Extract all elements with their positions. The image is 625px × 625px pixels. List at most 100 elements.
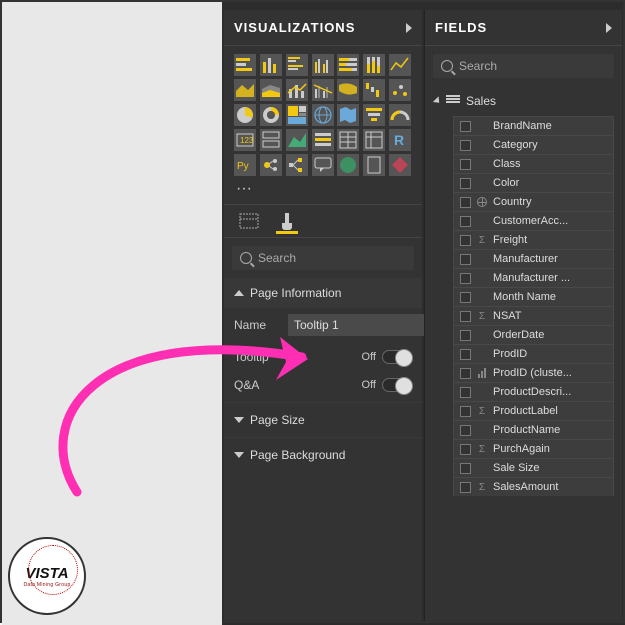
viz-clustered-column-icon[interactable] (312, 54, 334, 76)
field-checkbox[interactable] (460, 368, 471, 379)
viz-line-stacked-column-icon[interactable] (286, 79, 308, 101)
field-checkbox[interactable] (460, 425, 471, 436)
field-item[interactable]: Sale Size (453, 458, 614, 478)
field-item[interactable]: Class (453, 154, 614, 174)
viz-ribbon-icon[interactable] (337, 79, 359, 101)
field-item[interactable]: ProdID (cluste... (453, 363, 614, 383)
field-item[interactable]: ΣPurchAgain (453, 439, 614, 459)
logo-swirl-icon (28, 545, 78, 595)
tooltip-toggle[interactable] (382, 350, 412, 364)
field-item[interactable]: Color (453, 173, 614, 193)
viz-clustered-bar-icon[interactable] (286, 54, 308, 76)
viz-funnel-icon[interactable] (363, 104, 385, 126)
field-item[interactable]: Country (453, 192, 614, 212)
viz-multi-row-card-icon[interactable] (260, 129, 282, 151)
viz-kpi-icon[interactable] (286, 129, 308, 151)
fields-search-placeholder: Search (459, 59, 497, 73)
section-page-size-label: Page Size (250, 413, 305, 427)
field-checkbox[interactable] (460, 444, 471, 455)
field-checkbox[interactable] (460, 292, 471, 303)
svg-text:R: R (394, 132, 404, 148)
field-checkbox[interactable] (460, 254, 471, 265)
visualizations-header[interactable]: VISUALIZATIONS (224, 10, 422, 46)
field-item[interactable]: ProductDescri... (453, 382, 614, 402)
field-checkbox[interactable] (460, 482, 471, 493)
field-checkbox[interactable] (460, 387, 471, 398)
format-tab-icon[interactable] (276, 212, 298, 234)
viz-stacked-bar-icon[interactable] (234, 54, 256, 76)
table-node-sales[interactable]: Sales (425, 86, 622, 116)
field-checkbox[interactable] (460, 311, 471, 322)
fields-tab-icon[interactable] (238, 212, 260, 234)
section-page-information[interactable]: Page Information (224, 278, 422, 308)
section-page-background[interactable]: Page Background (224, 437, 422, 472)
viz-waterfall-icon[interactable] (363, 79, 385, 101)
field-item[interactable]: Category (453, 135, 614, 155)
viz-line-icon[interactable] (389, 54, 411, 76)
viz-donut-icon[interactable] (260, 104, 282, 126)
viz-paginated-icon[interactable] (363, 154, 385, 176)
field-item[interactable]: ProductName (453, 420, 614, 440)
viz-gauge-icon[interactable] (389, 104, 411, 126)
fields-search-input[interactable]: Search (433, 54, 614, 78)
field-item[interactable]: Month Name (453, 287, 614, 307)
field-checkbox[interactable] (460, 463, 471, 474)
search-icon (240, 252, 252, 264)
field-item[interactable]: Manufacturer (453, 249, 614, 269)
qa-toggle[interactable] (382, 378, 412, 392)
field-checkbox[interactable] (460, 197, 471, 208)
viz-decomposition-tree-icon[interactable] (286, 154, 308, 176)
viz-matrix-icon[interactable] (363, 129, 385, 151)
viz-100-stacked-column-icon[interactable] (363, 54, 385, 76)
viz-table-icon[interactable] (337, 129, 359, 151)
field-item[interactable]: BrandName (453, 116, 614, 136)
field-checkbox[interactable] (460, 406, 471, 417)
viz-stacked-column-icon[interactable] (260, 54, 282, 76)
field-label: Color (493, 177, 607, 189)
field-checkbox[interactable] (460, 235, 471, 246)
section-page-size[interactable]: Page Size (224, 402, 422, 437)
field-checkbox[interactable] (460, 273, 471, 284)
field-item[interactable]: ΣFreight (453, 230, 614, 250)
viz-treemap-icon[interactable] (286, 104, 308, 126)
field-checkbox[interactable] (460, 140, 471, 151)
viz-python-icon[interactable]: Py (234, 154, 256, 176)
field-checkbox[interactable] (460, 121, 471, 132)
field-item[interactable]: OrderDate (453, 325, 614, 345)
field-checkbox[interactable] (460, 349, 471, 360)
viz-slicer-icon[interactable] (312, 129, 334, 151)
viz-filled-map-icon[interactable] (337, 104, 359, 126)
field-item[interactable]: ProdID (453, 344, 614, 364)
field-checkbox[interactable] (460, 330, 471, 341)
viz-area-icon[interactable] (234, 79, 256, 101)
field-item[interactable]: ΣProductLabel (453, 401, 614, 421)
viz-scatter-icon[interactable] (389, 79, 411, 101)
collapse-pane-icon[interactable] (606, 23, 612, 33)
fields-header[interactable]: FIELDS (425, 10, 622, 46)
viz-100-stacked-bar-icon[interactable] (337, 54, 359, 76)
visualizations-pane: VISUALIZATIONS 123 R Py (224, 10, 422, 621)
viz-qa-icon[interactable] (312, 154, 334, 176)
field-item[interactable]: ΣNSAT (453, 306, 614, 326)
viz-key-influencers-icon[interactable] (260, 154, 282, 176)
viz-card-icon[interactable]: 123 (234, 129, 256, 151)
viz-r-script-icon[interactable]: R (389, 129, 411, 151)
viz-powerapps-icon[interactable] (389, 154, 411, 176)
field-label: ProductName (493, 424, 607, 436)
field-checkbox[interactable] (460, 216, 471, 227)
field-item[interactable]: Manufacturer ... (453, 268, 614, 288)
field-item[interactable]: ΣSalesAmount (453, 477, 614, 496)
name-label: Name (234, 318, 280, 332)
more-visuals-button[interactable]: ··· (224, 180, 422, 204)
field-item[interactable]: CustomerAcc... (453, 211, 614, 231)
viz-stacked-area-icon[interactable] (260, 79, 282, 101)
field-checkbox[interactable] (460, 178, 471, 189)
collapse-pane-icon[interactable] (406, 23, 412, 33)
field-type-icon (476, 197, 488, 207)
viz-search-input[interactable]: Search (232, 246, 414, 270)
viz-map-icon[interactable] (312, 104, 334, 126)
viz-pie-icon[interactable] (234, 104, 256, 126)
field-checkbox[interactable] (460, 159, 471, 170)
viz-arcgis-icon[interactable] (337, 154, 359, 176)
viz-line-clustered-column-icon[interactable] (312, 79, 334, 101)
